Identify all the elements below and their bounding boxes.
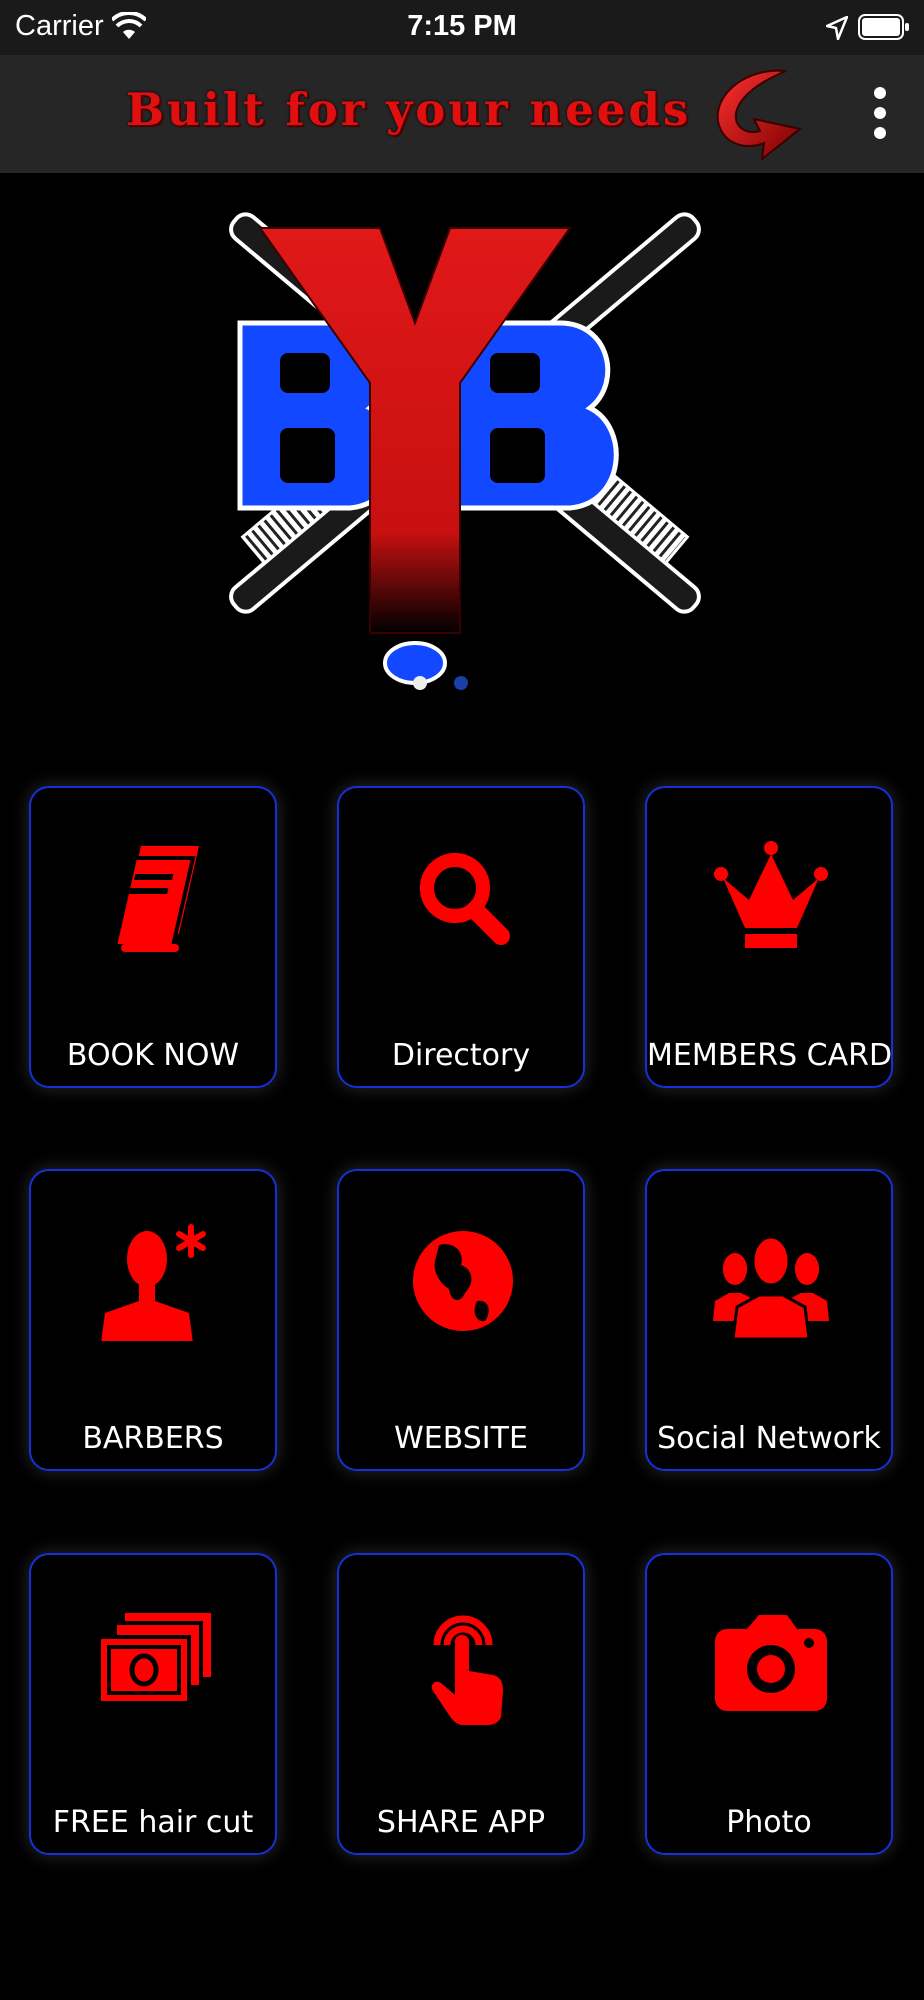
tile-label: Photo [726, 1805, 812, 1840]
status-bar: Carrier 7:15 PM [0, 0, 924, 55]
tile-label: SHARE APP [376, 1805, 546, 1840]
photo-tile[interactable]: Photo [645, 1553, 893, 1855]
tile-label: WEBSITE [394, 1421, 528, 1456]
tile-label: BARBERS [82, 1421, 224, 1456]
curved-arrow-icon[interactable] [708, 63, 812, 165]
status-time: 7:15 PM [407, 10, 517, 42]
members-card-tile[interactable]: MEMBERS CARD [645, 786, 893, 1088]
social-network-tile[interactable]: Social Network [645, 1169, 893, 1471]
carousel-dot[interactable] [454, 676, 468, 690]
location-arrow-icon [826, 16, 848, 40]
book-now-tile[interactable]: BOOK NOW [29, 786, 277, 1088]
banner-carousel[interactable] [0, 173, 924, 743]
person-icon [101, 1224, 206, 1341]
barbershop-logo [229, 212, 701, 685]
tile-label: FREE hair cut [52, 1805, 254, 1840]
app-header: Built for your needs [0, 55, 924, 173]
globe-icon [413, 1231, 513, 1331]
search-icon [420, 853, 510, 945]
tile-label: Social Network [657, 1421, 881, 1456]
money-icon [97, 1613, 211, 1705]
share-app-tile[interactable]: SHARE APP [337, 1553, 585, 1855]
header-title: Built for your needs [126, 83, 692, 136]
barbers-tile[interactable]: BARBERS [29, 1169, 277, 1471]
website-tile[interactable]: WEBSITE [337, 1169, 585, 1471]
battery-icon [858, 14, 909, 40]
tile-label: MEMBERS CARD [647, 1038, 893, 1073]
tap-icon [431, 1615, 503, 1725]
directory-tile[interactable]: Directory [337, 786, 585, 1088]
book-icon [112, 846, 199, 952]
more-menu-icon[interactable] [862, 83, 898, 143]
tile-label: Directory [391, 1038, 531, 1073]
group-icon [713, 1235, 829, 1341]
tile-label: BOOK NOW [66, 1038, 240, 1073]
carousel-dot-active[interactable] [413, 676, 427, 690]
free-haircut-tile[interactable]: FREE hair cut [29, 1553, 277, 1855]
camera-icon [715, 1615, 827, 1711]
crown-icon [714, 841, 828, 948]
